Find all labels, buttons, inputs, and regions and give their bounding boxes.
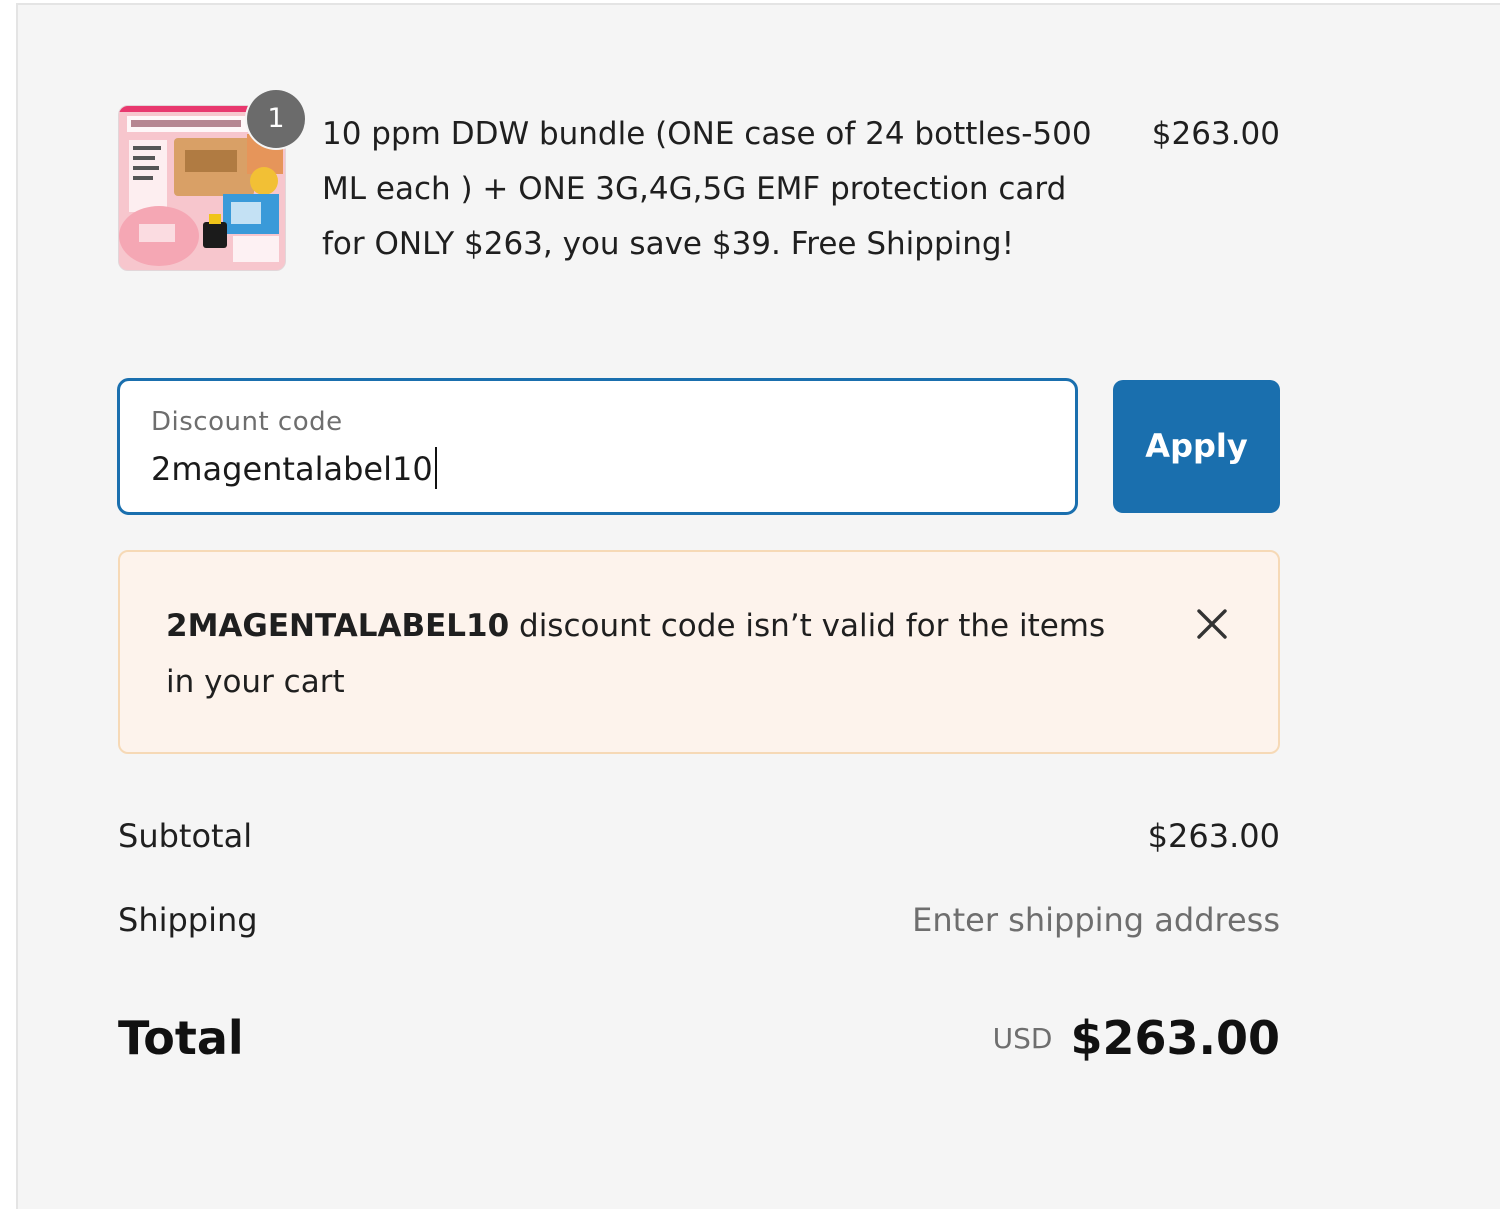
text-caret — [434, 447, 437, 489]
product-title: 10 ppm DDW bundle (ONE case of 24 bottle… — [322, 116, 1092, 262]
discount-code-field[interactable]: Discount code 2magentalabel10 — [117, 378, 1078, 515]
total-value: $263.00 — [1070, 1011, 1280, 1065]
discount-code-label: Discount code — [151, 407, 343, 437]
total-amount: USD $263.00 — [993, 1011, 1280, 1065]
subtotal-value: $263.00 — [1147, 817, 1280, 855]
product-price: $263.00 — [1151, 116, 1280, 152]
total-label: Total — [118, 1011, 244, 1065]
close-icon[interactable] — [1192, 604, 1232, 644]
close-icon-glyph — [1197, 609, 1227, 639]
apply-button[interactable]: Apply — [1113, 380, 1280, 513]
discount-code-value: 2magentalabel10 — [151, 450, 433, 488]
shipping-value: Enter shipping address — [912, 901, 1280, 939]
discount-code-input[interactable]: 2magentalabel10 — [151, 447, 437, 489]
notice-message: 2MAGENTALABEL10 discount code isn’t vali… — [166, 598, 1126, 710]
discount-error-notice: 2MAGENTALABEL10 discount code isn’t vali… — [118, 550, 1280, 754]
subtotal-label: Subtotal — [118, 817, 253, 855]
shipping-label: Shipping — [118, 901, 258, 939]
notice-code: 2MAGENTALABEL10 — [166, 608, 510, 644]
quantity-badge: 1 — [247, 90, 305, 148]
currency-code: USD — [992, 1021, 1053, 1055]
